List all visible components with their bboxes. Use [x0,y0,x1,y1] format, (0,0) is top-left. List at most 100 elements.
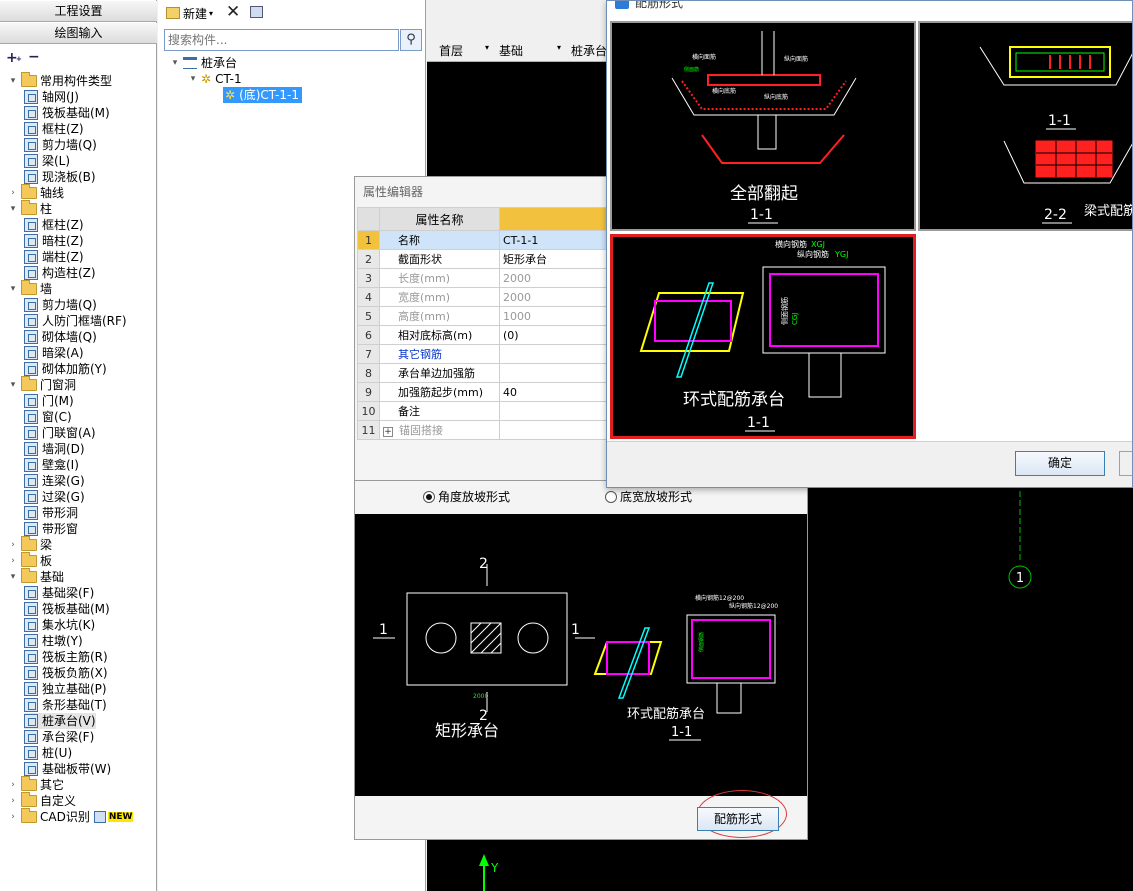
tree-item[interactable]: 筏板主筋(R) [24,649,108,665]
tree-item[interactable]: 筏板基础(M) [24,601,110,617]
tree-item[interactable]: 基础梁(F) [24,585,94,601]
tree-item[interactable]: 连梁(G) [24,473,85,489]
hatch-lines [470,622,502,654]
tree-item[interactable]: 剪力墙(Q) [24,297,97,313]
tree-item[interactable]: 过梁(G) [24,489,85,505]
tree-item[interactable]: 壁龛(I) [24,457,79,473]
tree-item[interactable]: 轴网(J) [24,89,79,105]
tree-item[interactable]: 暗柱(Z) [24,233,84,249]
tree-node-ct1-1[interactable]: ✲ (底)CT-1-1 [223,87,302,103]
copy-icon[interactable] [250,6,263,18]
tree-item[interactable]: 桩(U) [24,745,72,761]
tree-item[interactable]: 砌体加筋(Y) [24,361,107,377]
option-beam-style[interactable]: 1-1 2-2 梁式配筋 [918,21,1133,231]
tree-item[interactable]: 剪力墙(Q) [24,137,97,153]
dropdown-arrow-icon[interactable]: ▾ [557,43,561,52]
tree-folder[interactable]: › 梁 [8,536,52,553]
tree-label: 柱墩(Y) [42,634,83,648]
component-icon [24,218,38,232]
category-select[interactable]: 基础 [499,42,523,59]
tree-item[interactable]: 带形洞 [24,505,78,521]
tree-item[interactable]: 人防门框墙(RF) [24,313,127,329]
collapse-toggle-icon[interactable]: ▾ [188,71,198,87]
search-component-input[interactable] [164,29,399,51]
tree-item[interactable]: 筏板负筋(X) [24,665,108,681]
tab-project-settings[interactable]: 工程设置 [0,1,157,22]
collapse-toggle-icon[interactable]: ▾ [8,377,18,393]
collapse-toggle-icon[interactable]: ▾ [8,569,18,585]
collapse-toggle-icon[interactable]: ▾ [8,73,18,89]
tree-item[interactable]: 梁(L) [24,153,70,169]
tree-item[interactable]: 基础板带(W) [24,761,111,777]
tree-item[interactable]: 框柱(Z) [24,217,84,233]
expand-toggle-icon[interactable]: › [8,553,18,569]
ok-button[interactable]: 确定 [1015,451,1105,476]
tree-item[interactable]: 构造柱(Z) [24,265,96,281]
new-component-button[interactable]: 新建 ▾ [166,4,213,22]
collapse-toggle-icon[interactable]: ▾ [8,201,18,217]
pile-cap-icon [183,57,197,69]
tree-folder[interactable]: ▾ 墙 [8,280,52,297]
tree-item[interactable]: 桩承台(V) [24,713,96,729]
radio-dot [605,491,617,503]
rebar-label: 横向面筋 [692,53,716,61]
delete-icon[interactable]: ✕ [226,2,240,22]
type-select[interactable]: 桩承台 [571,42,607,59]
tab-drawing-input[interactable]: 绘图输入 [0,23,157,44]
expand-toggle-icon[interactable]: › [8,793,18,809]
tree-item[interactable]: 端柱(Z) [24,249,84,265]
rebar-form-button[interactable]: 配筋形式 [697,807,779,831]
floor-select[interactable]: 首层 [439,42,463,59]
tree-item[interactable]: 柱墩(Y) [24,633,83,649]
tree-node-pile-cap[interactable]: ▾ 桩承台 [170,55,237,71]
option-full-upturn[interactable]: 横向面筋 纵向面筋 横向底筋 纵向底筋 侧面筋 全部翻起 1-1 [610,21,916,231]
component-icon [24,394,38,408]
axis-label: 1 [1016,571,1024,586]
expand-toggle-icon[interactable]: › [8,809,18,825]
tree-item[interactable]: 暗梁(A) [24,345,84,361]
tree-folder[interactable]: › CAD识别 NEW [8,808,134,825]
tree-item[interactable]: 框柱(Z) [24,121,84,137]
search-icon[interactable]: ⚲ [400,29,422,51]
radio-width-slope[interactable]: 底宽放坡形式 [605,489,692,505]
tree-folder[interactable]: › 其它 [8,776,64,793]
tree-item[interactable]: 门(M) [24,393,74,409]
tree-item[interactable]: 墙洞(D) [24,441,85,457]
tree-item[interactable]: 现浇板(B) [24,169,96,185]
expand-toggle-icon[interactable]: › [8,537,18,553]
tree-label: 连梁(G) [42,474,85,488]
tree-folder[interactable]: ▾ 柱 [8,200,52,217]
tree-folder[interactable]: ▾ 常用构件类型 [8,72,112,89]
tree-item[interactable]: 集水坑(K) [24,617,95,633]
dropdown-arrow-icon[interactable]: ▾ [485,43,489,52]
tree-folder[interactable]: › 自定义 [8,792,76,809]
tree-item[interactable]: 条形基础(T) [24,697,107,713]
cancel-button[interactable] [1119,451,1132,476]
tree-item[interactable]: 门联窗(A) [24,425,96,441]
tree-item[interactable]: 窗(C) [24,409,72,425]
radio-dot [423,491,435,503]
tree-node-ct1[interactable]: ▾ ✲ CT-1 [188,71,242,87]
property-name: + 锚固搭接 [379,420,500,440]
collapse-all-icon[interactable]: − [28,49,40,65]
tree-label: 板 [40,554,53,568]
tree-folder[interactable]: › 板 [8,552,53,569]
collapse-toggle-icon[interactable]: ▾ [8,281,18,297]
expand-toggle-icon[interactable]: › [8,185,18,201]
tree-item[interactable]: 砌体墙(Q) [24,329,97,345]
tree-item[interactable]: 独立基础(P) [24,681,107,697]
tree-item[interactable]: 带形窗 [24,521,78,537]
expand-icon[interactable]: + [383,427,393,437]
tree-item[interactable]: 承台梁(F) [24,729,94,745]
option-caption: 梁式配筋 [1084,203,1133,219]
tree-folder[interactable]: › 轴线 [8,184,64,201]
radio-angle-slope[interactable]: 角度放坡形式 [423,489,510,505]
ring-cyan [675,282,715,378]
tree-item[interactable]: 筏板基础(M) [24,105,110,121]
folder-icon [21,72,37,87]
expand-toggle-icon[interactable]: › [8,777,18,793]
tree-folder[interactable]: ▾ 基础 [8,568,64,585]
option-ring-style[interactable]: 横向钢筋 XGJ 纵向钢筋 YGJ 侧面钢筋 CGJ 环式配筋承台 1-1 [610,234,916,439]
tree-folder[interactable]: ▾ 门窗洞 [8,376,76,393]
collapse-toggle-icon[interactable]: ▾ [170,55,180,71]
